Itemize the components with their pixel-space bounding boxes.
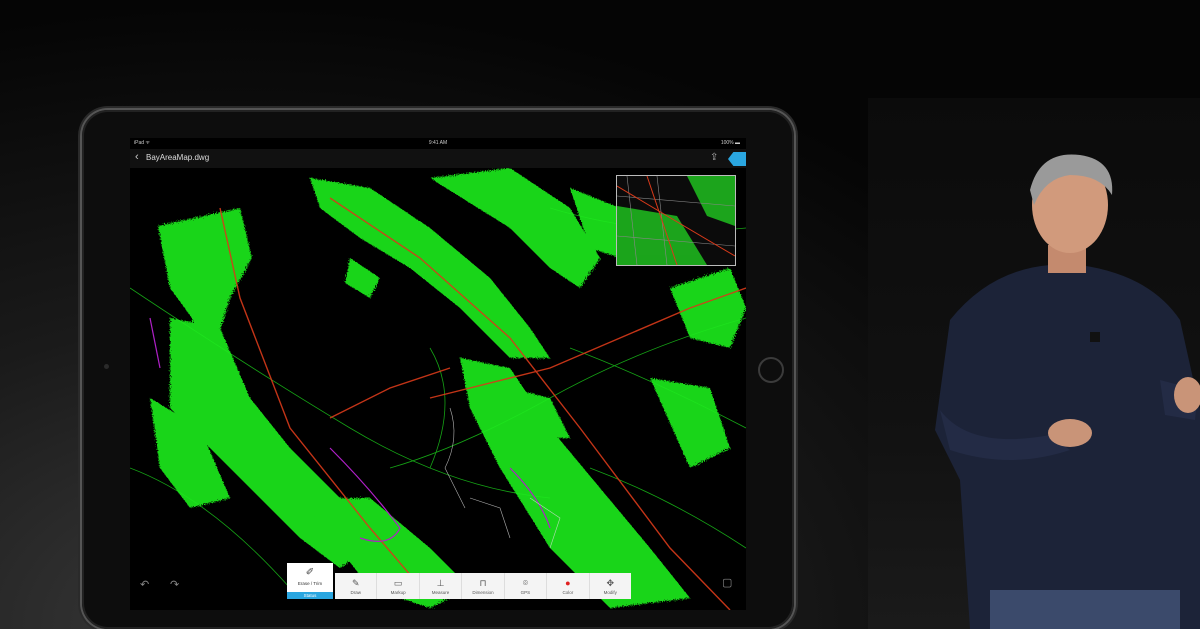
dimension-icon: ⊓: [479, 577, 487, 588]
bottom-toolbar: ✎ Draw ▭ Markup ⊥ Measure ⊓ Dimension ⌾ …: [335, 573, 631, 599]
markup-icon: ▭: [393, 577, 403, 588]
share-icon[interactable]: ⇪: [710, 152, 718, 163]
tool-label: Markup: [390, 589, 406, 595]
document-title: BayAreaMap.dwg: [146, 153, 210, 162]
tool-color[interactable]: ● Color: [547, 573, 590, 599]
chevron-left-icon[interactable]: ‹: [135, 151, 139, 163]
tool-draw[interactable]: ✎ Draw: [335, 573, 378, 599]
battery-indicator: 100% ▬: [720, 140, 740, 146]
tool-dimension[interactable]: ⊓ Dimension: [462, 573, 505, 599]
ipad-screen: iPad ᯤ 9:41 AM 100% ▬ ‹ BayAreaMap.dwg ⇪: [130, 138, 746, 610]
panel-tab-icon[interactable]: [728, 152, 746, 166]
redo-icon[interactable]: ↷: [170, 578, 179, 591]
draw-icon: ✎: [351, 577, 360, 588]
measure-icon: ⊥: [436, 577, 445, 588]
tool-label: Measure: [431, 589, 450, 595]
tool-gps[interactable]: ⌾ GPS: [505, 573, 548, 599]
home-button[interactable]: [758, 357, 784, 383]
front-camera: [104, 364, 109, 369]
gps-pin-icon: ⌾: [522, 577, 529, 588]
tool-label: Draw: [350, 589, 361, 595]
move-icon: ✥: [606, 577, 615, 588]
fit-to-screen-icon[interactable]: ▢: [722, 576, 732, 589]
status-bar: iPad ᯤ 9:41 AM 100% ▬: [130, 138, 746, 149]
tool-modify[interactable]: ✥ Modify: [590, 573, 631, 599]
tool-markup[interactable]: ▭ Markup: [377, 573, 420, 599]
tool-label: Modify: [603, 589, 617, 595]
tool-label: Color: [562, 589, 574, 595]
presenter-figure: [935, 154, 1200, 629]
tool-measure[interactable]: ⊥ Measure: [420, 573, 463, 599]
erase-icon: ✐: [305, 567, 315, 578]
erase-trim-tool[interactable]: ✐ Erase / Trim Status: [287, 563, 333, 599]
clock: 9:41 AM: [428, 140, 448, 146]
overview-minimap[interactable]: [616, 175, 736, 266]
erase-trim-label: Erase / Trim: [297, 581, 323, 586]
undo-icon[interactable]: ↶: [140, 578, 149, 591]
tool-label: GPS: [520, 589, 531, 595]
color-dot-icon: ●: [565, 577, 571, 588]
tool-label: Dimension: [472, 589, 494, 595]
nav-bar: ‹ BayAreaMap.dwg ⇪: [130, 149, 746, 168]
status-button[interactable]: Status: [287, 592, 333, 599]
ipad-device: iPad ᯤ 9:41 AM 100% ▬ ‹ BayAreaMap.dwg ⇪: [82, 110, 794, 629]
